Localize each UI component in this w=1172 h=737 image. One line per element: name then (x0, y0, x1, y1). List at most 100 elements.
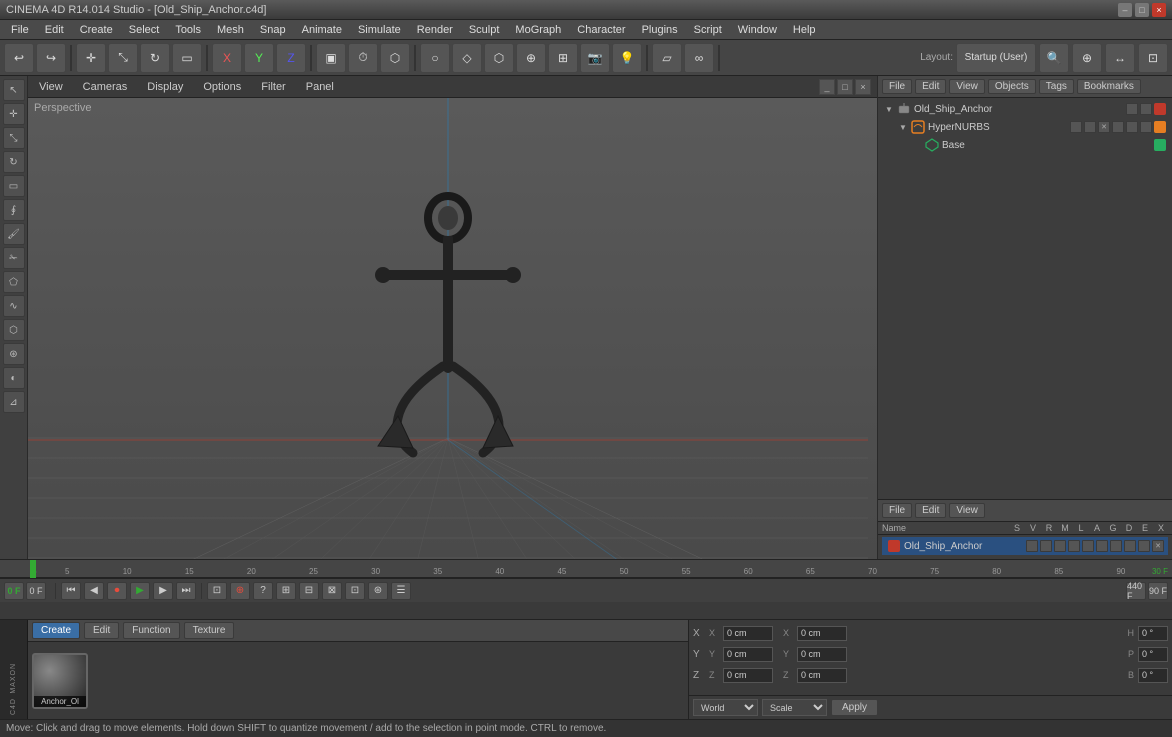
rpl-object-row[interactable]: Old_Ship_Anchor ✕ (882, 537, 1168, 555)
pb-goto-end[interactable]: ⏭ (176, 582, 196, 600)
viewport-close-btn[interactable]: × (855, 79, 871, 95)
menu-mograph[interactable]: MoGraph (508, 22, 568, 38)
menu-file[interactable]: File (4, 22, 36, 38)
left-btn-rotate[interactable]: ↻ (3, 151, 25, 173)
toolbar-icon4[interactable]: ⊡ (1138, 43, 1168, 73)
left-btn-scale[interactable]: ⤡ (3, 127, 25, 149)
time-max[interactable]: 90 F (1148, 582, 1168, 600)
minimize-button[interactable]: – (1118, 3, 1132, 17)
viewport[interactable]: View Cameras Display Options Filter Pane… (28, 76, 877, 559)
left-btn-magnet[interactable]: ∿ (3, 295, 25, 317)
rp-bookmarks-btn[interactable]: Bookmarks (1077, 79, 1141, 94)
viewport-panel-menu[interactable]: Panel (301, 79, 339, 95)
menu-mesh[interactable]: Mesh (210, 22, 251, 38)
viewport-filter-menu[interactable]: Filter (256, 79, 290, 95)
toolbar-select-all[interactable]: ▣ (316, 43, 346, 73)
apply-button[interactable]: Apply (831, 699, 878, 716)
rp-view-btn[interactable]: View (949, 79, 985, 94)
object-row-anchor[interactable]: ▼ Old_Ship_Anchor (880, 100, 1170, 118)
coord-x-size[interactable] (797, 626, 847, 641)
layout-selector[interactable]: Startup (User) (956, 43, 1036, 73)
toolbar-timeline[interactable]: ⏱ (348, 43, 378, 73)
time-start[interactable]: 0 F (4, 582, 24, 600)
viewport-maximize-btn[interactable]: □ (837, 79, 853, 95)
viewport-cameras-menu[interactable]: Cameras (78, 79, 133, 95)
rp-file-btn[interactable]: File (882, 79, 912, 94)
toolbar-deformer[interactable]: ⊞ (548, 43, 578, 73)
menu-animate[interactable]: Animate (295, 22, 349, 38)
toolbar-scale[interactable]: ⤡ (108, 43, 138, 73)
left-btn-loop[interactable]: ∮ (3, 199, 25, 221)
pb-play[interactable]: ▶ (130, 582, 150, 600)
menu-script[interactable]: Script (687, 22, 729, 38)
timeline-marker[interactable] (30, 560, 36, 578)
menu-create[interactable]: Create (73, 22, 120, 38)
pb-extra1[interactable]: ⊡ (207, 582, 227, 600)
pb-extra9[interactable]: ☰ (391, 582, 411, 600)
pb-extra2[interactable]: ⊕ (230, 582, 250, 600)
toolbar-light[interactable]: 💡 (612, 43, 642, 73)
pb-extra5[interactable]: ⊟ (299, 582, 319, 600)
close-button[interactable]: × (1152, 3, 1166, 17)
tab-function[interactable]: Function (123, 622, 179, 639)
menu-window[interactable]: Window (731, 22, 784, 38)
toolbar-undo[interactable]: ↩ (4, 43, 34, 73)
coord-world-dropdown[interactable]: World Object (693, 699, 758, 716)
left-btn-weld[interactable]: ⊛ (3, 343, 25, 365)
toolbar-btn-x[interactable]: X (212, 43, 242, 73)
material-anchor[interactable]: Anchor_Ol (32, 653, 88, 709)
left-btn-color[interactable]: ◐ (3, 367, 25, 389)
toolbar-rotate[interactable]: ↻ (140, 43, 170, 73)
coord-h-val[interactable] (1138, 626, 1168, 641)
toolbar-generator[interactable]: ⊕ (516, 43, 546, 73)
rp-tags-btn[interactable]: Tags (1039, 79, 1074, 94)
left-btn-move[interactable]: ✛ (3, 103, 25, 125)
maximize-button[interactable]: □ (1135, 3, 1149, 17)
tab-create[interactable]: Create (32, 622, 80, 639)
left-btn-snap[interactable]: ⊿ (3, 391, 25, 413)
pb-record[interactable]: ⏺ (107, 582, 127, 600)
menu-sculpt[interactable]: Sculpt (462, 22, 507, 38)
menu-help[interactable]: Help (786, 22, 823, 38)
object-row-hypernurbs[interactable]: ▼ HyperNURBS ✕ (880, 118, 1170, 136)
menu-select[interactable]: Select (122, 22, 167, 38)
menu-edit[interactable]: Edit (38, 22, 71, 38)
toolbar-floor[interactable]: ▱ (652, 43, 682, 73)
rp-objects-btn[interactable]: Objects (988, 79, 1036, 94)
tab-edit[interactable]: Edit (84, 622, 119, 639)
tab-texture[interactable]: Texture (184, 622, 235, 639)
menu-simulate[interactable]: Simulate (351, 22, 408, 38)
coord-y-pos[interactable] (723, 647, 773, 662)
expand-icon-anchor[interactable]: ▼ (884, 104, 894, 114)
toolbar-render-region[interactable]: ⬡ (380, 43, 410, 73)
object-row-base[interactable]: ▶ Base (880, 136, 1170, 154)
toolbar-camera[interactable]: 📷 (580, 43, 610, 73)
pb-extra7[interactable]: ⊡ (345, 582, 365, 600)
expand-icon-hypernurbs[interactable]: ▼ (898, 122, 908, 132)
toolbar-icon2[interactable]: ⊕ (1072, 43, 1102, 73)
toolbar-sky[interactable]: ∞ (684, 43, 714, 73)
menu-render[interactable]: Render (410, 22, 460, 38)
rp-edit-btn[interactable]: Edit (915, 79, 946, 94)
left-btn-select[interactable]: ▭ (3, 175, 25, 197)
coord-b-val[interactable] (1138, 668, 1168, 683)
left-btn-knife[interactable]: ✁ (3, 247, 25, 269)
coord-x-pos[interactable] (723, 626, 773, 641)
pb-prev-frame[interactable]: ◀ (84, 582, 104, 600)
pb-extra4[interactable]: ⊞ (276, 582, 296, 600)
toolbar-icon1[interactable]: 🔍 (1039, 43, 1069, 73)
left-btn-poly[interactable]: ⬠ (3, 271, 25, 293)
toolbar-null[interactable]: ○ (420, 43, 450, 73)
toolbar-select-rect[interactable]: ▭ (172, 43, 202, 73)
toolbar-polygon[interactable]: ◇ (452, 43, 482, 73)
viewport-view-menu[interactable]: View (34, 79, 68, 95)
pb-next-frame[interactable]: ▶ (153, 582, 173, 600)
coord-y-size[interactable] (797, 647, 847, 662)
pb-goto-start[interactable]: ⏮ (61, 582, 81, 600)
menu-character[interactable]: Character (570, 22, 632, 38)
menu-tools[interactable]: Tools (168, 22, 208, 38)
rpl-edit-btn[interactable]: Edit (915, 503, 946, 518)
rpl-file-btn[interactable]: File (882, 503, 912, 518)
left-btn-brush[interactable]: 🖌 (3, 223, 25, 245)
left-btn-extrude[interactable]: ⬡ (3, 319, 25, 341)
